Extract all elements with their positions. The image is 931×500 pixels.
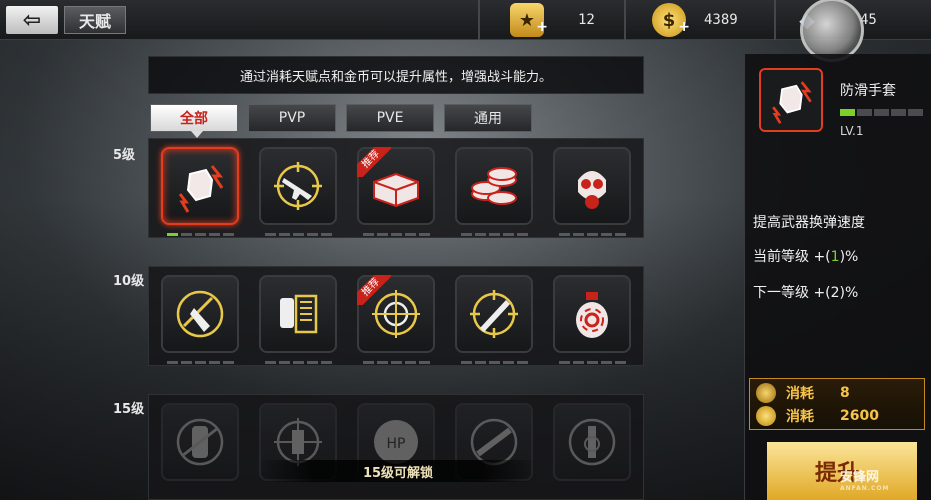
progress-pips [363, 361, 430, 364]
tier-label: 5级 [113, 148, 136, 163]
back-arrow-icon: ⇦ [22, 7, 42, 33]
biohazard-badge-icon [568, 418, 616, 466]
tab-all[interactable]: 全部 [150, 104, 238, 138]
talent-knife[interactable] [161, 275, 239, 364]
glove-icon [178, 165, 224, 213]
progress-pips [559, 361, 626, 364]
unlock-hint: 15级可解锁 [258, 460, 538, 482]
recommended-badge: 推荐 [357, 147, 391, 177]
gas-mask-icon [578, 171, 606, 209]
notice-banner: 通过消耗天赋点和金币可以提升属性，增强战斗能力。 [148, 56, 644, 94]
tab-pvp[interactable]: PVP [248, 104, 336, 132]
cost-points-value: 8 [840, 385, 850, 401]
rank-badge-icon: ★ + [510, 3, 548, 37]
magazine-icon [280, 294, 318, 334]
progress-pips [265, 361, 332, 364]
progress-pips [461, 233, 528, 236]
cost-box: 消耗 8 消耗 2600 [749, 378, 925, 430]
talent-detail-panel: 防滑手套 LV.1 提高武器换弹速度 当前等级 +(1)% 下一等级 +(2)%… [744, 54, 931, 500]
progress-pips [167, 361, 234, 364]
back-button[interactable]: ⇦ [6, 6, 58, 34]
gold-resource[interactable]: $ + 4389 [652, 0, 738, 40]
grenade-cancel-icon [176, 418, 224, 466]
talent-rifle[interactable] [259, 147, 337, 236]
talent-level: LV.1 [840, 124, 864, 138]
progress-pips [461, 361, 528, 364]
glove-icon [772, 81, 812, 124]
cost-points-row: 消耗 8 [756, 383, 850, 403]
rifle-crosshair-icon [274, 162, 322, 210]
page-title: 天赋 [64, 6, 126, 34]
talent-locked-1[interactable] [161, 403, 239, 481]
next-level-bonus: 下一等级 +(2)% [753, 285, 859, 301]
tier-label: 15级 [113, 402, 145, 417]
detail-talent-icon [759, 68, 823, 132]
recommended-badge: 推荐 [357, 275, 391, 305]
progress-pips [559, 233, 626, 236]
talent-target[interactable]: 推荐 [357, 275, 435, 364]
talent-point-icon [756, 383, 776, 403]
talent-biohazard-grenade[interactable] [553, 275, 631, 364]
current-level-bonus: 当前等级 +(1)% [753, 249, 859, 265]
talent-glove[interactable] [161, 147, 239, 236]
gold-value: 4389 [704, 12, 738, 28]
progress-pips [167, 233, 234, 236]
cost-gold-row: 消耗 2600 [756, 406, 879, 426]
svg-text:HP: HP [387, 436, 406, 452]
top-bar: ⇦ 天赋 ★+ 12 $+ 4389 ◆ 45 [0, 0, 931, 40]
divider [478, 0, 480, 40]
talent-locked-5[interactable] [553, 403, 631, 481]
divider [774, 0, 776, 40]
gold-coin-icon: $ + [652, 3, 690, 37]
cost-gold-value: 2600 [840, 408, 879, 424]
talent-ammo-box[interactable]: 推荐 [357, 147, 435, 236]
biohazard-grenade-icon [576, 292, 608, 338]
blade-crosshair-icon [470, 290, 518, 338]
watermark: 安锋网 ANFAN.COM [840, 470, 890, 492]
tier-row-10: 推荐 [148, 266, 644, 366]
level-progress-bar [840, 109, 923, 116]
talent-name: 防滑手套 [840, 83, 896, 99]
rank-resource[interactable]: ★ + 12 [510, 0, 595, 40]
tier-label: 10级 [113, 274, 145, 289]
talent-magazine[interactable] [259, 275, 337, 364]
tab-common[interactable]: 通用 [444, 104, 532, 132]
current-bonus-value: 1 [830, 249, 840, 265]
tier-row-15: HP [148, 394, 644, 500]
knife-slash-icon [176, 290, 224, 338]
talent-blade[interactable] [455, 275, 533, 364]
talent-description: 提高武器换弹速度 [753, 215, 865, 231]
divider [624, 0, 626, 40]
floating-menu-button[interactable] [800, 0, 864, 62]
talent-gas-mask[interactable] [553, 147, 631, 236]
coin-stack-icon [471, 167, 517, 205]
tab-pve[interactable]: PVE [346, 104, 434, 132]
tier-row-5: 推荐 [148, 138, 644, 238]
talent-coin-stack[interactable] [455, 147, 533, 236]
rank-value: 12 [578, 12, 595, 28]
progress-pips [363, 233, 430, 236]
gold-coin-icon [756, 406, 776, 426]
filter-tabs: 全部 PVP PVE 通用 [150, 104, 532, 138]
progress-pips [265, 233, 332, 236]
